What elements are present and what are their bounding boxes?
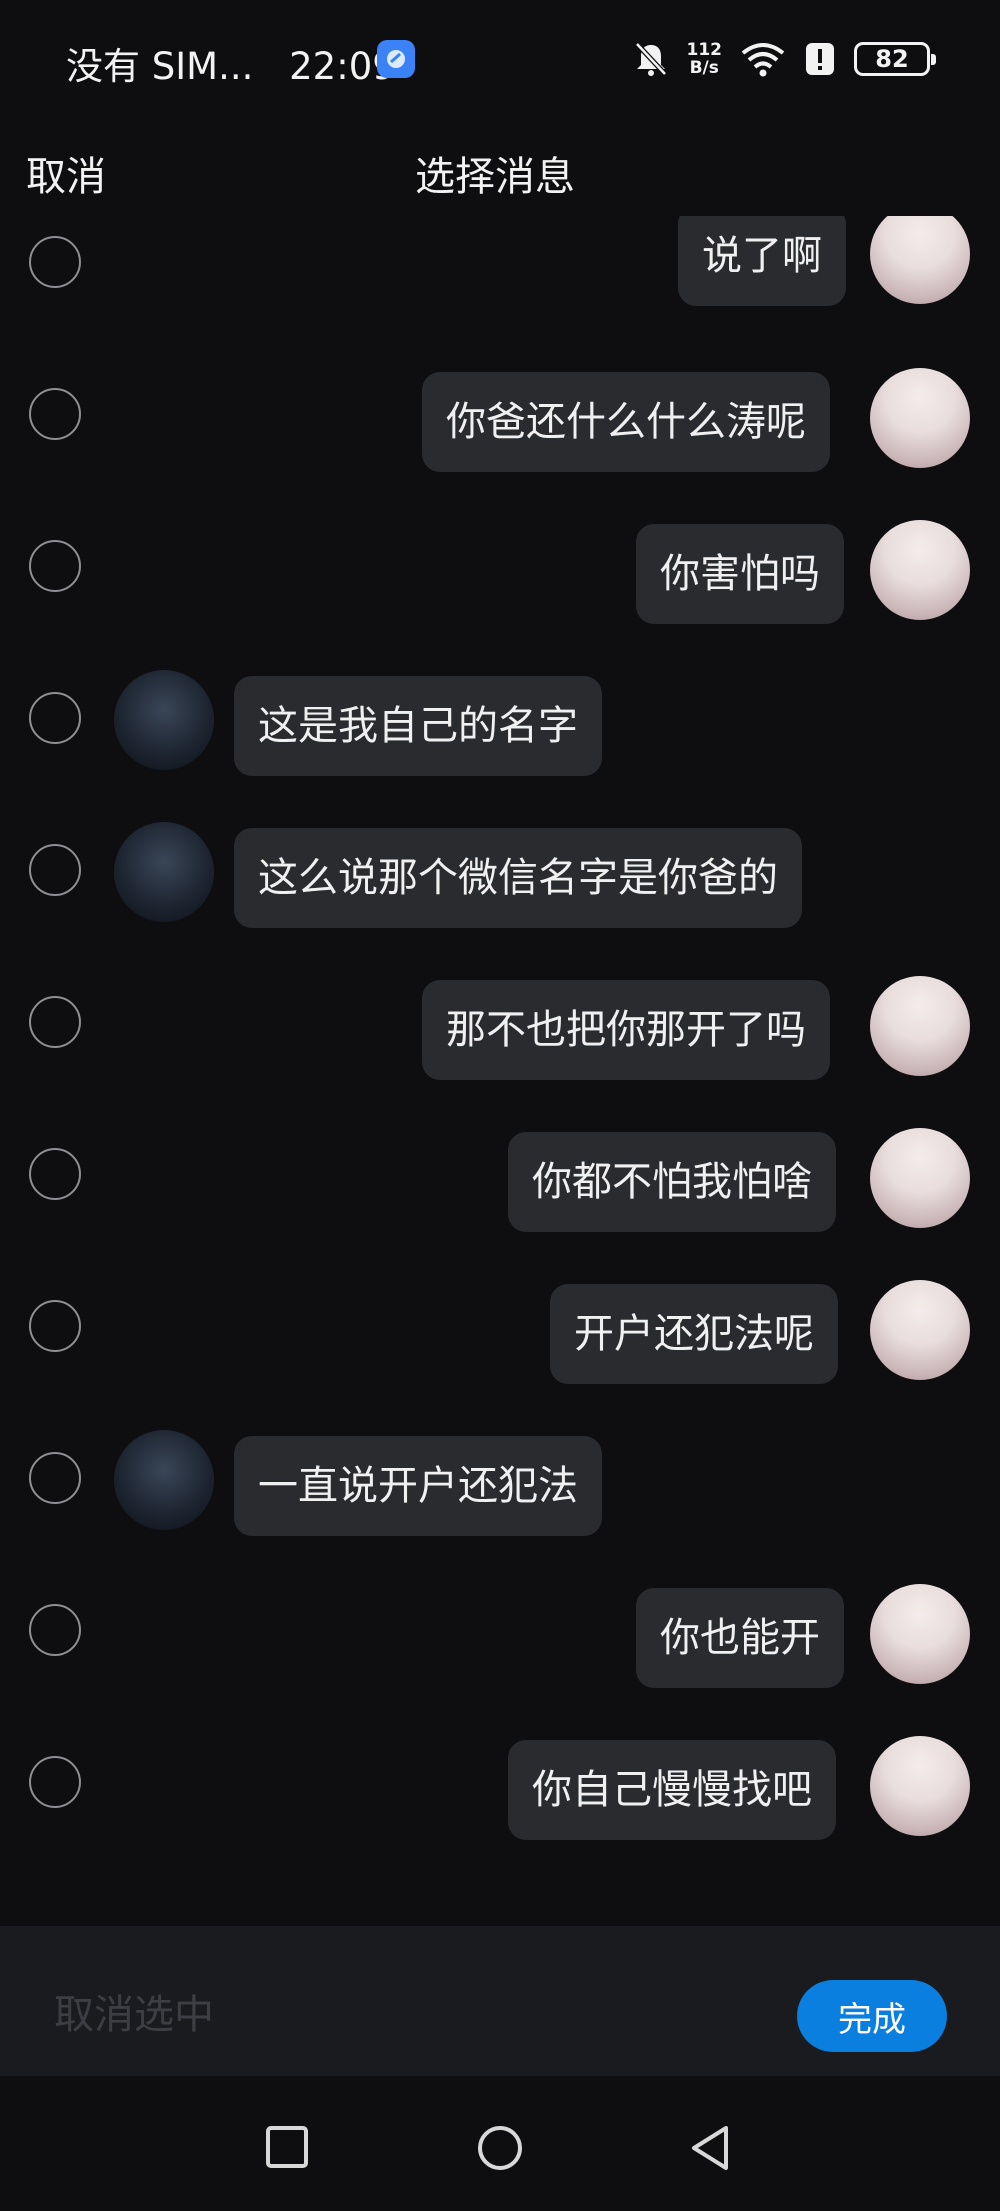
select-radio[interactable] (29, 1148, 81, 1200)
cancel-button[interactable]: 取消 (26, 144, 106, 202)
girl-avatar[interactable] (870, 368, 970, 468)
girl-avatar[interactable] (870, 1128, 970, 1228)
status-bar: 没有 SIM... 22:09 112 B/s 82 (0, 0, 1000, 120)
boy-avatar[interactable] (114, 670, 214, 770)
message-row[interactable]: 你害怕吗 (0, 520, 1000, 640)
select-radio[interactable] (29, 1452, 81, 1504)
select-radio[interactable] (29, 692, 81, 744)
girl-avatar[interactable] (870, 1584, 970, 1684)
message-bubble: 这是我自己的名字 (234, 676, 602, 776)
message-bubble: 开户还犯法呢 (550, 1284, 838, 1384)
carrier-label: 没有 SIM... (66, 45, 254, 88)
message-bubble: 一直说开户还犯法 (234, 1436, 602, 1536)
message-row[interactable]: 那不也把你那开了吗 (0, 976, 1000, 1096)
message-row[interactable]: 说了啊 (0, 216, 1000, 336)
girl-avatar[interactable] (870, 1280, 970, 1380)
app-notification-icon (377, 40, 415, 78)
message-row[interactable]: 你爸还什么什么涛呢 (0, 368, 1000, 488)
header: 取消 选择消息 (0, 130, 1000, 210)
net-speed-value: 112 (686, 40, 723, 60)
message-row[interactable]: 这么说那个微信名字是你爸的 (0, 822, 1000, 944)
girl-avatar[interactable] (870, 216, 970, 304)
girl-avatar[interactable] (870, 1736, 970, 1836)
message-row[interactable]: 一直说开户还犯法 (0, 1430, 1000, 1552)
mute-icon (634, 42, 667, 76)
girl-avatar[interactable] (870, 976, 970, 1076)
select-radio[interactable] (29, 1756, 81, 1808)
recents-square-icon[interactable] (264, 2124, 310, 2170)
message-row[interactable]: 开户还犯法呢 (0, 1280, 1000, 1400)
message-bubble: 那不也把你那开了吗 (422, 980, 830, 1080)
bottom-action-bar: 取消选中 完成 (0, 1926, 1000, 2076)
message-list: 说了啊 你爸还什么什么涛呢 你害怕吗 这是我自己的名字 这么说那个微信名字是你爸… (0, 216, 1000, 1926)
status-right: 112 B/s 82 (633, 36, 936, 82)
deselect-button[interactable]: 取消选中 (54, 1982, 214, 2040)
select-radio[interactable] (29, 844, 81, 896)
message-row[interactable]: 这是我自己的名字 (0, 670, 1000, 792)
message-bubble: 说了啊 (678, 216, 846, 306)
message-bubble: 你都不怕我怕啥 (508, 1132, 836, 1232)
back-triangle-icon[interactable] (688, 2124, 734, 2172)
message-bubble: 你也能开 (636, 1588, 844, 1688)
done-button[interactable]: 完成 (797, 1980, 947, 2052)
message-bubble: 这么说那个微信名字是你爸的 (234, 828, 802, 928)
message-row[interactable]: 你也能开 (0, 1584, 1000, 1704)
battery-level: 82 (875, 45, 909, 73)
select-radio[interactable] (29, 996, 81, 1048)
alert-icon (806, 43, 834, 75)
home-circle-icon[interactable] (476, 2124, 524, 2172)
select-radio[interactable] (29, 236, 81, 288)
system-nav-bar (0, 2076, 1000, 2211)
select-radio[interactable] (29, 1300, 81, 1352)
message-bubble: 你爸还什么什么涛呢 (422, 372, 830, 472)
message-bubble: 你害怕吗 (636, 524, 844, 624)
net-speed: 112 B/s (687, 41, 723, 77)
page-title: 选择消息 (415, 154, 575, 200)
select-radio[interactable] (29, 388, 81, 440)
status-left: 没有 SIM... 22:09 (66, 36, 396, 90)
message-row[interactable]: 你自己慢慢找吧 (0, 1736, 1000, 1856)
boy-avatar[interactable] (114, 822, 214, 922)
boy-avatar[interactable] (114, 1430, 214, 1530)
message-bubble: 你自己慢慢找吧 (508, 1740, 836, 1840)
wifi-icon (741, 43, 785, 77)
girl-avatar[interactable] (870, 520, 970, 620)
battery-icon: 82 (854, 42, 936, 76)
select-radio[interactable] (29, 1604, 81, 1656)
message-row[interactable]: 你都不怕我怕啥 (0, 1128, 1000, 1248)
net-speed-unit: B/s (689, 58, 719, 78)
select-radio[interactable] (29, 540, 81, 592)
